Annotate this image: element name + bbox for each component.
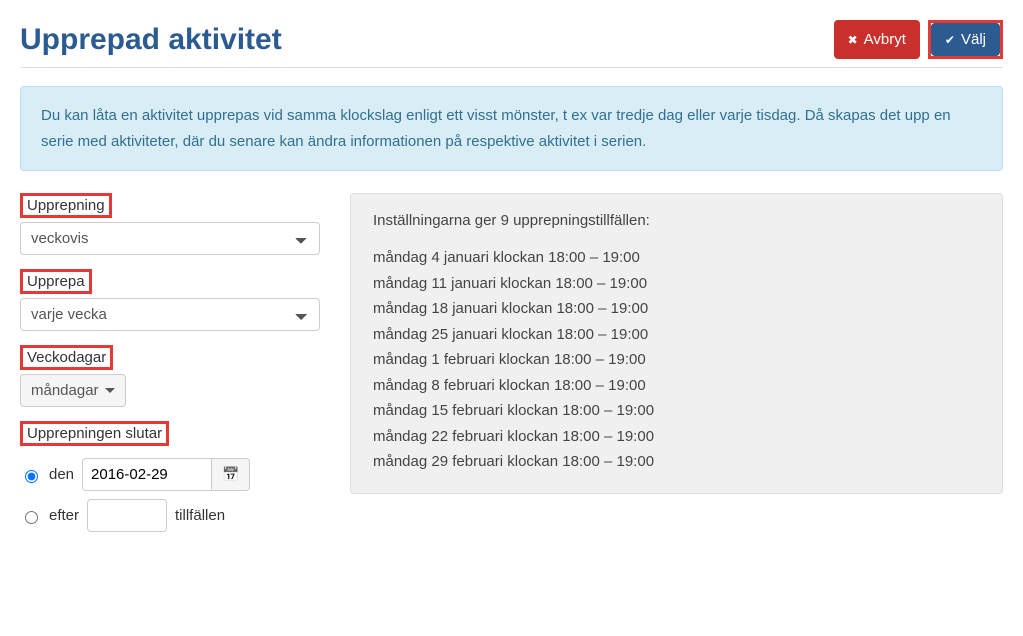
weekdays-label: Veckodagar — [20, 345, 113, 370]
select-button[interactable]: Välj — [931, 23, 1000, 56]
preview-item: måndag 4 januari klockan 18:00 – 19:00 — [373, 245, 980, 271]
calendar-button[interactable] — [212, 458, 250, 491]
end-after-suffix: tillfällen — [175, 507, 225, 524]
preview-item: måndag 25 januari klockan 18:00 – 19:00 — [373, 322, 980, 348]
cancel-button-label: Avbryt — [864, 31, 906, 48]
preview-item: måndag 22 februari klockan 18:00 – 19:00 — [373, 424, 980, 450]
preview-list: måndag 4 januari klockan 18:00 – 19:00 m… — [373, 245, 980, 475]
weekdays-dropdown[interactable]: måndagar — [20, 374, 126, 407]
select-button-label: Välj — [961, 31, 986, 48]
preview-panel: Inställningarna ger 9 upprepningstillfäl… — [350, 193, 1003, 494]
check-icon — [945, 31, 955, 48]
info-alert: Du kan låta en aktivitet upprepas vid sa… — [20, 86, 1003, 171]
header-actions: Avbryt Välj — [834, 20, 1003, 59]
repetition-label: Upprepning — [20, 193, 112, 218]
end-on-date-radio[interactable] — [25, 470, 38, 483]
end-date-input[interactable] — [82, 458, 212, 491]
preview-item: måndag 29 februari klockan 18:00 – 19:00 — [373, 449, 980, 475]
close-icon — [848, 31, 858, 48]
weekdays-value: måndagar — [31, 382, 99, 399]
end-after-radio[interactable] — [25, 511, 38, 524]
settings-form: Upprepning veckovis Upprepa varje vecka … — [20, 193, 320, 546]
preview-heading: Inställningarna ger 9 upprepningstillfäl… — [373, 212, 980, 229]
cancel-button[interactable]: Avbryt — [834, 20, 920, 59]
repetition-select[interactable]: veckovis — [20, 222, 320, 255]
chevron-down-icon — [105, 388, 115, 393]
page-title: Upprepad aktivitet — [20, 23, 282, 57]
calendar-icon — [222, 466, 239, 483]
repeat-label: Upprepa — [20, 269, 92, 294]
end-after-input[interactable] — [87, 499, 167, 532]
select-button-highlight: Välj — [928, 20, 1003, 59]
ends-label: Upprepningen slutar — [20, 421, 169, 446]
preview-item: måndag 11 januari klockan 18:00 – 19:00 — [373, 271, 980, 297]
preview-item: måndag 1 februari klockan 18:00 – 19:00 — [373, 347, 980, 373]
end-after-label: efter — [49, 507, 79, 524]
info-text: Du kan låta en aktivitet upprepas vid sa… — [41, 107, 951, 150]
preview-item: måndag 15 februari klockan 18:00 – 19:00 — [373, 398, 980, 424]
end-on-date-label: den — [49, 466, 74, 483]
preview-item: måndag 18 januari klockan 18:00 – 19:00 — [373, 296, 980, 322]
preview-item: måndag 8 februari klockan 18:00 – 19:00 — [373, 373, 980, 399]
repeat-select[interactable]: varje vecka — [20, 298, 320, 331]
